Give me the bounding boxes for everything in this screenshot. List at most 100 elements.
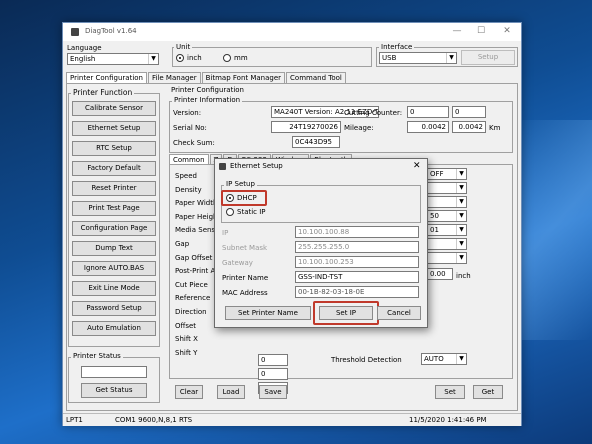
height-right-select[interactable]: 50 ▼ [427,210,467,222]
unit-mm-label: mm [234,54,248,62]
setup-button[interactable]: Setup [461,50,515,65]
tab-bitmap-font-manager[interactable]: Bitmap Font Manager [201,72,286,83]
rtc-setup-button[interactable]: RTC Setup [72,141,156,156]
printer-configuration-title: Printer Configuration [171,86,244,94]
subnet-mask-field[interactable]: 255.255.255.0 [295,241,419,253]
get-button[interactable]: Get [473,385,503,399]
chevron-down-icon: ▼ [456,211,466,221]
minimize-button[interactable]: — [447,25,467,38]
ethernet-setup-button[interactable]: Ethernet Setup [72,121,156,136]
dialog-title: Ethernet Setup [230,162,283,170]
serial-label: Serial No: [173,124,207,132]
interface-value: USB [382,54,397,62]
reset-printer-button[interactable]: Reset Printer [72,181,156,196]
clear-button[interactable]: Clear [175,385,203,399]
auto-emulation-button[interactable]: Auto Emulation [72,321,156,336]
mac-address-field: 00-1B-82-03-18-0E [295,286,419,298]
threshold-value: AUTO [424,355,444,363]
ip-setup-title: IP Setup [224,180,257,188]
mileage-a: 0.0042 [407,121,449,133]
chevron-down-icon: ▼ [446,53,456,63]
version-label: Version: [173,109,202,117]
tab-file-manager[interactable]: File Manager [147,72,201,83]
gap-right-select[interactable]: ▼ [427,238,467,250]
status-serial: COM1 9600,N,8,1 RTS [115,416,193,424]
chevron-down-icon: ▼ [456,197,466,207]
save-button[interactable]: Save [259,385,287,399]
static-ip-radio[interactable] [226,208,234,216]
mileage-label: Mileage: [344,124,374,132]
password-setup-button[interactable]: Password Setup [72,301,156,316]
ethernet-setup-dialog: Ethernet Setup ✕ IP Setup DHCP Static IP… [214,158,428,328]
set-printer-name-button[interactable]: Set Printer Name [225,306,311,320]
serial-field: 24T19270026 [271,121,341,133]
threshold-select[interactable]: AUTO ▼ [421,353,467,365]
cutting-counter-b: 0 [452,106,486,118]
printer-name-label: Printer Name [222,274,269,282]
unit-mm-radio[interactable] [223,54,231,62]
sensor-right-select[interactable]: 01 ▼ [427,224,467,236]
width-right-select[interactable]: ▼ [427,196,467,208]
factory-default-button[interactable]: Factory Default [72,161,156,176]
speed-right-value: OFF [430,170,444,178]
gap-offset-right-select[interactable]: ▼ [427,252,467,264]
gateway-field[interactable]: 10.100.100.253 [295,256,419,268]
printer-status-title: Printer Status [71,352,123,360]
unit-group [172,47,372,67]
cancel-button[interactable]: Cancel [377,306,421,320]
setting-shift-x-label: Shift X [175,335,198,344]
printer-status-field [81,366,147,378]
configuration-page-button[interactable]: Configuration Page [72,221,156,236]
density-right-select[interactable]: ▼ [427,182,467,194]
mileage-b: 0.0042 [452,121,486,133]
set-ip-button[interactable]: Set IP [319,306,373,320]
km-label: Km [489,124,501,132]
static-ip-label: Static IP [237,208,266,216]
dump-text-button[interactable]: Dump Text [72,241,156,256]
printer-function-buttons: Calibrate Sensor Ethernet Setup RTC Setu… [72,101,156,341]
chevron-down-icon: ▼ [456,169,466,179]
exit-line-mode-button[interactable]: Exit Line Mode [72,281,156,296]
printer-name-field[interactable]: GSS-IND-TST [295,271,419,283]
calibrate-sensor-button[interactable]: Calibrate Sensor [72,101,156,116]
interface-label: Interface [379,43,415,51]
post-print-right-field[interactable]: 0.00 [427,268,453,280]
print-test-page-button[interactable]: Print Test Page [72,201,156,216]
chevron-down-icon: ▼ [456,225,466,235]
cutting-counter-label: Cutting Counter: [344,109,403,117]
sensor-right-value: 01 [430,226,439,234]
ignore-auto-bas-button[interactable]: Ignore AUTO.BAS [72,261,156,276]
language-value: English [70,55,96,63]
setting-shift-y-label: Shift Y [175,348,198,357]
tab-printer-configuration[interactable]: Printer Configuration [66,72,147,83]
get-status-button[interactable]: Get Status [81,383,147,398]
offset-field[interactable]: 0 [258,354,288,366]
speed-right-select[interactable]: OFF ▼ [427,168,467,180]
app-icon [71,28,79,36]
interface-select[interactable]: USB ▼ [379,52,457,64]
checksum-field: 0C443D95 [292,136,340,148]
language-select[interactable]: English ▼ [67,53,159,65]
chevron-down-icon: ▼ [148,54,158,64]
load-button[interactable]: Load [217,385,245,399]
chevron-down-icon: ▼ [456,239,466,249]
dhcp-radio[interactable] [226,194,234,202]
language-label: Language [67,44,102,52]
close-button[interactable]: ✕ [497,25,517,38]
ip-label: IP [222,229,229,237]
set-button[interactable]: Set [435,385,465,399]
mac-address-label: MAC Address [222,289,268,297]
maximize-button[interactable]: ☐ [471,25,491,38]
inch-unit-label: inch [456,272,471,280]
main-tabs: Printer Configuration File Manager Bitma… [66,72,346,83]
title-bar: DiagTool v1.64 — ☐ ✕ [63,23,521,41]
dialog-icon [219,163,226,170]
chevron-down-icon: ▼ [456,253,466,263]
dialog-close-button[interactable]: ✕ [413,161,421,171]
shift-x-field[interactable]: 0 [258,368,288,380]
tab-command-tool[interactable]: Command Tool [286,72,346,83]
ip-field[interactable]: 10.100.100.88 [295,226,419,238]
window-title: DiagTool v1.64 [85,27,137,35]
dhcp-label: DHCP [237,194,257,202]
unit-inch-radio[interactable] [176,54,184,62]
